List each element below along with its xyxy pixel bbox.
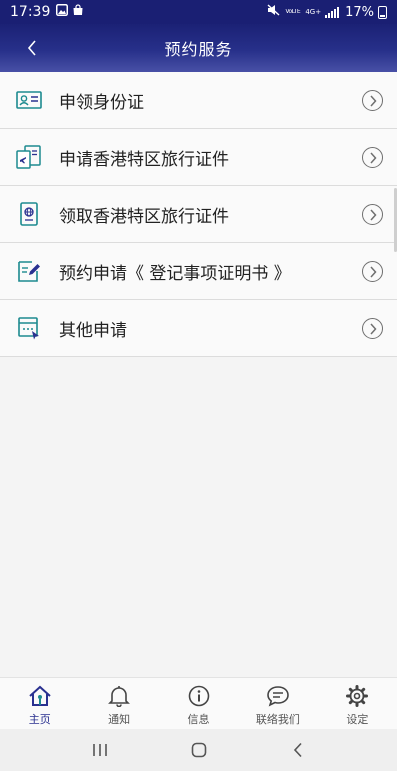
signal-icon [325,6,340,18]
passport-icon [16,202,42,226]
tab-settings[interactable]: 设定 [318,678,397,729]
volte-icon: VoLTE [285,9,301,15]
tab-label: 主页 [28,713,51,726]
info-icon [187,684,211,708]
service-menu: 申领身份证 申请香港特区旅行证件 领取香港特区旅行证件 预约申请《 登记事项证明… [0,72,397,357]
status-bar: 17:39 VoLTE 4G+ 17% [0,0,397,24]
shopping-bag-icon [72,4,84,20]
chevron-right-icon [362,261,383,282]
menu-item-label: 申领身份证 [59,92,144,113]
page-title: 预约服务 [164,40,233,59]
tab-home[interactable]: 主页 [0,678,79,729]
bell-icon [107,684,131,708]
tab-label: 通知 [108,713,131,726]
certificate-edit-icon [16,259,42,283]
home-button[interactable] [179,735,219,765]
menu-item-label: 申请香港特区旅行证件 [59,149,229,170]
chevron-right-icon [362,318,383,339]
menu-item-id-card[interactable]: 申领身份证 [0,72,397,129]
chat-icon [266,684,290,708]
tab-label: 设定 [346,713,369,726]
system-back-button[interactable] [278,735,318,765]
mute-icon [267,4,281,20]
home-icon [28,684,52,708]
menu-item-certificate-appointment[interactable]: 预约申请《 登记事项证明书 》 [0,243,397,300]
battery-text: 17% [345,4,374,20]
menu-item-label: 预约申请《 登记事项证明书 》 [59,263,291,284]
back-arrow-icon [293,742,302,758]
menu-item-apply-travel-document[interactable]: 申请香港特区旅行证件 [0,129,397,186]
menu-item-collect-travel-document[interactable]: 领取香港特区旅行证件 [0,186,397,243]
chevron-right-icon [362,90,383,111]
tab-notifications[interactable]: 通知 [79,678,158,729]
travel-document-apply-icon [16,145,42,169]
menu-item-label: 其他申请 [59,320,127,341]
tab-contact-us[interactable]: 联络我们 [238,678,317,729]
bottom-tab-bar: 主页 通知 信息 联络我们 设定 [0,677,397,729]
id-card-icon [16,88,42,112]
menu-item-other-applications[interactable]: 其他申请 [0,300,397,357]
network-type: 4G+ [305,8,322,16]
chevron-right-icon [362,204,383,225]
other-application-icon [16,316,42,340]
app-header: 预约服务 [0,24,397,72]
battery-icon [378,5,387,19]
chevron-right-icon [362,147,383,168]
back-button[interactable] [22,36,42,60]
chevron-left-icon [27,40,36,56]
recent-apps-button[interactable] [80,735,120,765]
gear-icon [345,684,369,708]
system-nav-bar [0,729,397,771]
tab-label: 信息 [187,713,210,726]
tab-label: 联络我们 [255,713,300,726]
menu-item-label: 领取香港特区旅行证件 [59,206,229,227]
recent-apps-icon [92,744,107,756]
image-notification-icon [56,4,69,20]
home-square-icon [191,742,206,758]
status-time: 17:39 [10,4,51,20]
tab-info[interactable]: 信息 [159,678,238,729]
